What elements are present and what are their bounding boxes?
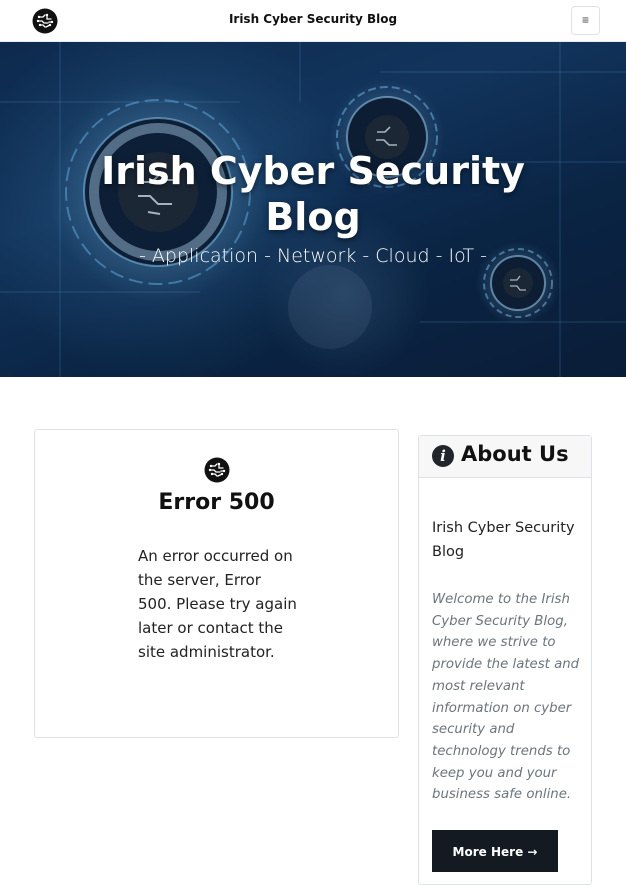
error-card: Error 500 An error occurred on the serve… xyxy=(34,429,399,738)
hamburger-menu-icon: ≡ xyxy=(581,13,589,27)
error-title: Error 500 xyxy=(158,490,275,515)
circuit-logo-icon xyxy=(204,457,230,483)
about-description: Welcome to the Irish Cyber Security Blog… xyxy=(432,592,580,803)
hero-title: Irish Cyber Security Blog xyxy=(101,149,525,239)
error-message: An error occurred on the server, Error 5… xyxy=(138,547,297,661)
navbar-toggler-button[interactable]: ≡ xyxy=(571,6,600,35)
about-site-name: Irish Cyber Security Blog xyxy=(432,520,575,560)
brand-title[interactable]: Irish Cyber Security Blog xyxy=(0,12,626,26)
about-us-card: i About Us Irish Cyber Security Blog Wel… xyxy=(418,435,592,885)
info-circle-icon: i xyxy=(432,445,454,467)
more-here-button[interactable]: More Here → xyxy=(432,830,558,872)
hero-banner: Irish Cyber Security Blog - Application … xyxy=(0,42,626,377)
about-us-header: i About Us xyxy=(419,436,591,478)
about-us-title: About Us xyxy=(461,442,569,466)
hero-subtitle: - Application - Network - Cloud - IoT - xyxy=(139,245,487,267)
navbar: Irish Cyber Security Blog ≡ xyxy=(0,0,626,42)
